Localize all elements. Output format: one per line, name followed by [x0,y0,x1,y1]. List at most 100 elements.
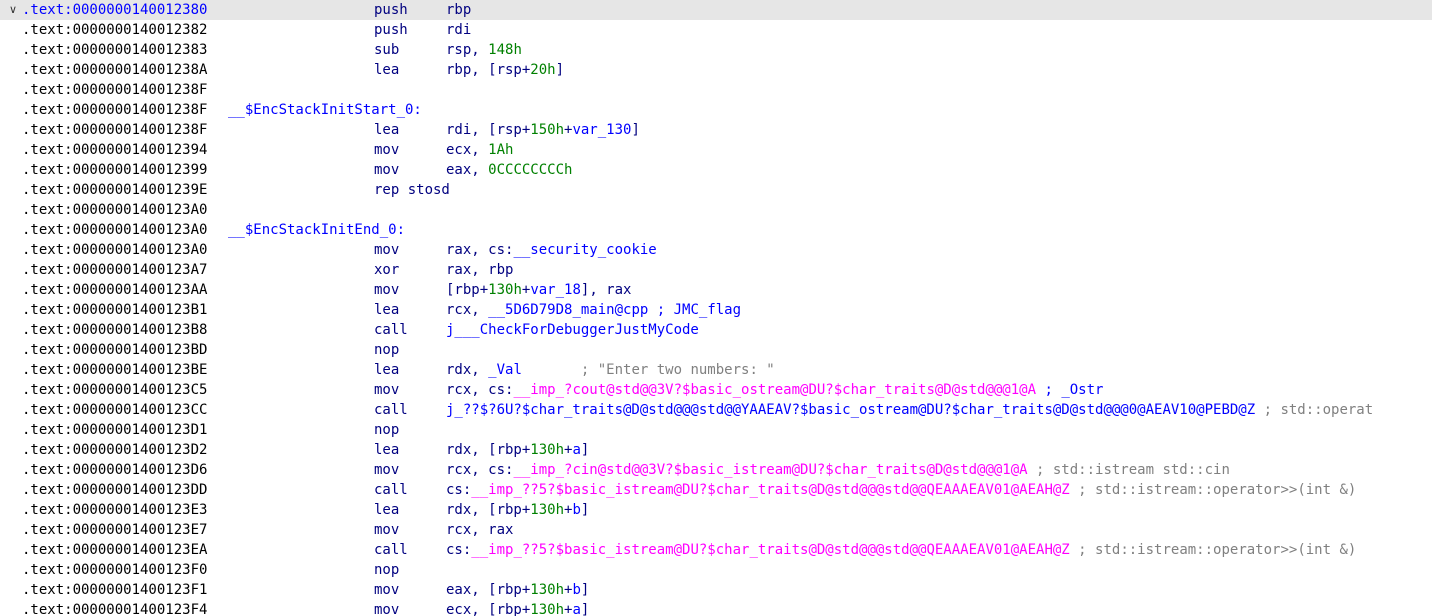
symbol-reference[interactable]: ; JMC_flag [648,302,741,318]
code-line[interactable]: .text:000000014001238F __$EncStackInitSta… [0,100,1432,120]
instruction-operands: j_??$?6U?$char_traits@D@std@@@std@@YAAEA… [446,400,1373,420]
operand-text: rsp, [446,42,489,58]
code-line[interactable]: .text:00000001400123E7 mov rcx, rax [0,520,1432,540]
symbol-reference[interactable]: __security_cookie [513,242,656,258]
operand-text: [rbp+ [446,282,489,298]
code-line[interactable]: .text:00000001400123F1 mov eax, [rbp+130h+… [0,580,1432,600]
symbol-reference[interactable]: a [572,442,580,458]
line-address: .text:00000001400123D6 [22,462,208,478]
line-address: .text:00000001400123A0 [22,242,208,258]
line-address: .text:00000001400123CC [22,402,208,418]
code-line[interactable]: .text:00000001400123CC call j_??$?6U?$char… [0,400,1432,420]
code-line[interactable]: .text:00000001400123D2 lea rdx, [rbp+130h+… [0,440,1432,460]
operand-text: ] [580,602,590,616]
code-line[interactable]: .text:00000001400123C5 mov rcx, cs:__imp_?… [0,380,1432,400]
line-address: .text:0000000140012394 [22,142,208,158]
code-line[interactable]: .text:00000001400123A0 mov rax, cs:__secur… [0,240,1432,260]
line-address: .text:000000014001238F [22,122,208,138]
code-line[interactable]: .text:00000001400123BE lea rdx, _Val ; "En… [0,360,1432,380]
fold-chevron-icon[interactable]: ∨ [6,0,20,20]
instruction-mnemonic: mov [374,162,400,178]
code-line[interactable]: .text:00000001400123BD nop [0,340,1432,360]
instruction-operands: rdi, [rsp+150h+var_130] [446,120,640,140]
code-line[interactable]: .text:000000014001238F lea rdi, [rsp+150h+… [0,120,1432,140]
disassembly-view[interactable]: ∨ .text:0000000140012380 push rbp .text:0000… [0,0,1432,616]
line-address: .text:000000014001238A [22,62,208,78]
line-address: .text:0000000140012380 [22,2,208,18]
code-line[interactable]: .text:00000001400123B8 call j___CheckForDe… [0,320,1432,340]
operand-text: rax, cs: [446,242,514,258]
instruction-mnemonic: push [374,2,408,18]
code-line[interactable]: .text:0000000140012394 mov ecx, 1Ah [0,140,1432,160]
code-line[interactable]: .text:00000001400123D1 nop [0,420,1432,440]
numeric-constant: 130h [530,502,565,518]
instruction-mnemonic: mov [374,142,400,158]
code-line[interactable]: .text:00000001400123F4 mov ecx, [rbp+130h+… [0,600,1432,616]
numeric-constant: 0CCCCCCCCh [488,162,573,178]
import-reference[interactable]: __imp_??5?$basic_istream@DU?$char_traits… [471,482,1069,498]
code-line[interactable]: .text:0000000140012399 mov eax, 0CCCCCCCCh [0,160,1432,180]
code-line[interactable]: .text:0000000140012382 push rdi [0,20,1432,40]
symbol-reference[interactable]: b [572,582,580,598]
symbol-reference[interactable]: j_??$?6U?$char_traits@D@std@@@std@@YAAEA… [446,402,1255,418]
instruction-operands: j___CheckForDebuggerJustMyCode [446,320,699,340]
numeric-constant: 130h [530,442,565,458]
code-line[interactable]: .text:00000001400123EA call cs:__imp_??5?$… [0,540,1432,560]
code-line[interactable]: .text:00000001400123DD call cs:__imp_??5?$… [0,480,1432,500]
symbol-reference[interactable]: _Val [488,362,522,378]
operand-text: ecx, [446,142,489,158]
operand-text: rdx, [rbp+ [446,442,531,458]
instruction-operands: eax, [rbp+130h+b] [446,580,589,600]
operand-text: rdx, [446,362,489,378]
instruction-mnemonic: call [374,542,408,558]
instruction-operands: cs:__imp_??5?$basic_istream@DU?$char_tra… [446,540,1356,560]
symbol-reference[interactable]: __5D6D79D8_main@cpp [488,302,648,318]
line-address: .text:0000000140012383 [22,42,208,58]
numeric-constant: 130h [488,282,522,298]
instruction-operands: [rbp+130h+var_18], rax [446,280,631,300]
import-reference[interactable]: __imp_??5?$basic_istream@DU?$char_traits… [471,542,1069,558]
code-line[interactable]: .text:00000001400123D6 mov rcx, cs:__imp_?… [0,460,1432,480]
code-line[interactable]: .text:000000014001238A lea rbp, [rsp+20h] [0,60,1432,80]
code-label[interactable]: __$EncStackInitStart_0: [228,100,422,120]
symbol-reference[interactable]: j___CheckForDebuggerJustMyCode [446,322,699,338]
comment-text: ; std::istream::operator>>(int &) [1069,482,1357,498]
instruction-operands: rcx, cs:__imp_?cin@std@@3V?$basic_istrea… [446,460,1230,480]
operand-text: rcx, cs: [446,462,514,478]
code-line[interactable]: .text:00000001400123A0 __$EncStackInitEnd… [0,220,1432,240]
line-address: .text:00000001400123E3 [22,502,208,518]
code-line[interactable]: .text:00000001400123E3 lea rdx, [rbp+130h+… [0,500,1432,520]
instruction-mnemonic: lea [374,502,400,518]
code-line[interactable]: .text:00000001400123A7 xor rax, rbp [0,260,1432,280]
symbol-reference[interactable]: ; _Ostr [1036,382,1103,398]
instruction-operands: rcx, __5D6D79D8_main@cpp ; JMC_flag [446,300,741,320]
operand-text: ] [555,62,565,78]
line-address: .text:00000001400123EA [22,542,208,558]
instruction-mnemonic: call [374,402,408,418]
instruction-mnemonic: rep stosd [374,182,450,198]
code-line[interactable]: .text:00000001400123A0 [0,200,1432,220]
symbol-reference[interactable]: b [572,502,580,518]
symbol-reference[interactable]: a [572,602,580,616]
operand-text: ] [580,442,590,458]
code-label[interactable]: __$EncStackInitEnd_0: [228,220,405,240]
code-line[interactable]: .text:000000014001238F [0,80,1432,100]
import-reference[interactable]: __imp_?cout@std@@3V?$basic_ostream@DU?$c… [513,382,1036,398]
code-line[interactable]: .text:000000014001239E rep stosd [0,180,1432,200]
selected-code-line[interactable]: ∨ .text:0000000140012380 push rbp [0,0,1432,20]
instruction-mnemonic: call [374,482,408,498]
operand-text: rcx, cs: [446,382,514,398]
code-line[interactable]: .text:00000001400123B1 lea rcx, __5D6D79D8… [0,300,1432,320]
code-line[interactable]: .text:00000001400123AA mov [rbp+130h+var_1… [0,280,1432,300]
code-line[interactable]: .text:00000001400123F0 nop [0,560,1432,580]
operand-text: rbp, [rsp+ [446,62,531,78]
instruction-mnemonic: lea [374,302,400,318]
symbol-reference[interactable]: var_18 [530,282,581,298]
code-line[interactable]: .text:0000000140012383 sub rsp, 148h [0,40,1432,60]
import-reference[interactable]: __imp_?cin@std@@3V?$basic_istream@DU?$ch… [513,462,1027,478]
line-address: .text:00000001400123BE [22,362,208,378]
line-address: .text:00000001400123D1 [22,422,208,438]
line-address: .text:00000001400123F1 [22,582,208,598]
line-address: .text:00000001400123BD [22,342,208,358]
symbol-reference[interactable]: var_130 [572,122,631,138]
